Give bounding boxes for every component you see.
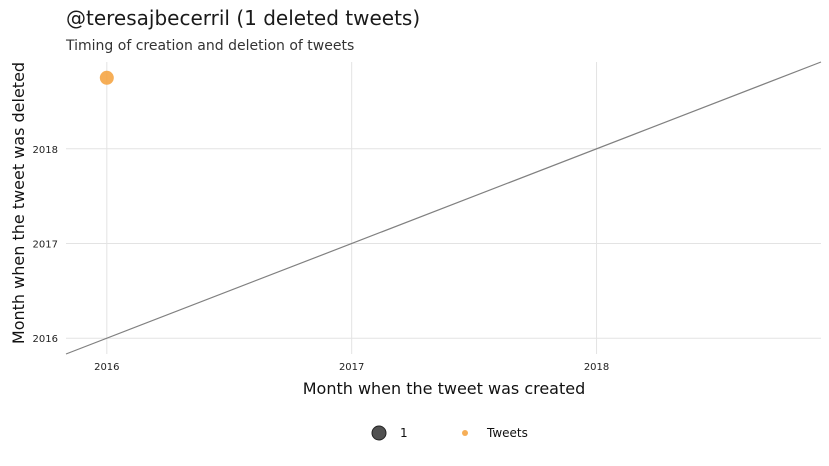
legend: 1 Tweets — [371, 425, 528, 441]
data-points — [99, 70, 114, 85]
legend-size-key-icon — [371, 425, 387, 441]
y-tick-label: 2017 — [33, 240, 58, 251]
y-tick-label: 2018 — [33, 145, 58, 156]
x-tick-label: 2016 — [94, 362, 119, 373]
reference-line-layer — [65, 61, 822, 355]
y-tick-label: 2016 — [33, 334, 58, 345]
legend-color-key-icon — [462, 430, 468, 436]
reference-line — [65, 61, 822, 355]
x-axis-title: Month when the tweet was created — [303, 379, 586, 398]
x-tick-label: 2018 — [584, 362, 609, 373]
x-tick-label: 2017 — [339, 362, 364, 373]
y-axis-title: Month when the tweet was deleted — [9, 62, 28, 344]
scatter-plot: 2016 2017 2018 2016 2017 2018 Month when the … — [9, 61, 822, 441]
data-point — [99, 70, 114, 85]
legend-color-label: Tweets — [486, 426, 528, 440]
tick-labels: 2016 2017 2018 2016 2017 2018 — [33, 145, 610, 373]
legend-size-label: 1 — [400, 426, 408, 440]
